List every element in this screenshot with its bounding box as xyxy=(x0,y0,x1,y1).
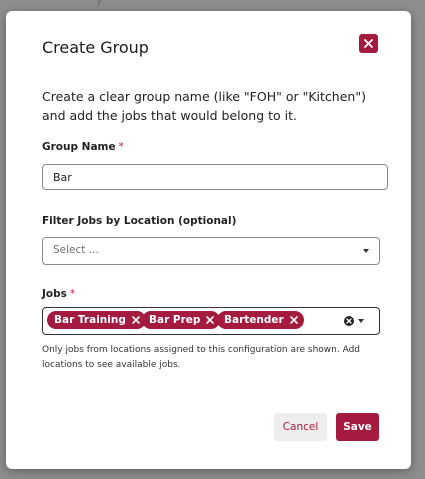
job-chip-label: Bar Training xyxy=(54,314,126,326)
group-name-label-text: Group Name xyxy=(42,141,116,153)
close-button[interactable] xyxy=(359,34,378,53)
group-name-label: Group Name * xyxy=(42,141,124,153)
filter-location-label: Filter Jobs by Location (optional) xyxy=(42,215,237,227)
chevron-down-icon[interactable] xyxy=(358,319,364,323)
dialog-description: Create a clear group name (like "FOH" or… xyxy=(42,89,366,123)
remove-chip-icon[interactable] xyxy=(289,316,298,324)
location-filter-placeholder: Select ... xyxy=(53,244,99,256)
chevron-down-icon xyxy=(363,249,369,253)
create-group-dialog: Create Group Create a clear group name (… xyxy=(6,11,411,469)
jobs-multiselect[interactable]: Bar Training Bar Prep Bartender xyxy=(42,307,380,335)
dialog-title: Create Group xyxy=(42,38,149,57)
group-name-input[interactable] xyxy=(42,164,388,190)
job-chip-label: Bartender xyxy=(224,314,284,326)
job-chip-label: Bar Prep xyxy=(149,314,201,326)
required-marker: * xyxy=(69,288,76,300)
jobs-label: Jobs * xyxy=(42,288,75,300)
job-chip: Bar Prep xyxy=(142,311,221,329)
clear-all-icon[interactable] xyxy=(344,316,354,326)
cancel-button[interactable]: Cancel xyxy=(274,413,327,441)
required-marker: * xyxy=(118,141,124,153)
jobs-help-text: Only jobs from locations assigned to thi… xyxy=(42,345,360,370)
remove-chip-icon[interactable] xyxy=(206,316,215,324)
remove-chip-icon[interactable] xyxy=(132,316,140,324)
jobs-label-text: Jobs xyxy=(42,288,67,300)
save-button[interactable]: Save xyxy=(336,413,379,441)
close-icon xyxy=(364,39,373,48)
job-chip: Bartender xyxy=(217,311,304,329)
job-chip: Bar Training xyxy=(47,311,146,329)
location-filter-select[interactable]: Select ... xyxy=(42,237,380,265)
background-partial-text: y xyxy=(96,0,103,7)
